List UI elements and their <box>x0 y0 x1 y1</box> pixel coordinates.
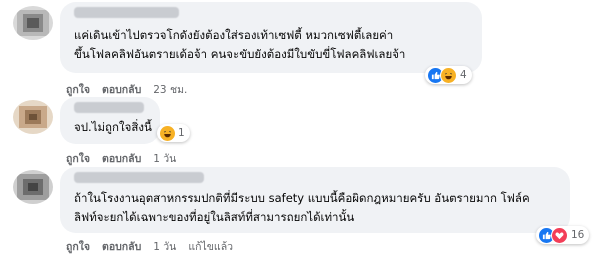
love-icon <box>551 226 568 244</box>
like-link[interactable]: ถูกใจ <box>66 238 90 255</box>
reply-link[interactable]: ตอบกลับ <box>102 238 141 255</box>
comment-line: จป.ไม่ถูกใจสิ่งนี้ <box>74 120 152 134</box>
comment-time[interactable]: 23 ชม. <box>153 81 187 98</box>
comment-text: แค่เดินเข้าไปตรวจโกดังยังต้องใส่รองเท้าเ… <box>74 26 472 64</box>
comment-line: ขึ้นโฟลคลิฟอันตรายเด้อจ้า คนจะขับยังต้อง… <box>74 47 406 61</box>
comment-line: แค่เดินเข้าไปตรวจโกดังยังต้องใส่รองเท้าเ… <box>74 28 394 42</box>
reply-link[interactable]: ตอบกลับ <box>102 150 141 167</box>
avatar[interactable] <box>13 6 53 40</box>
comment-text: ถ้าในโรงงานอุตสาหกรรมปกติที่มีระบบ safet… <box>74 189 560 227</box>
reaction-count: 1 <box>178 127 185 139</box>
comment-line: ลิฟท์จะยกได้เฉพาะของที่อยู่ในลิสท์ที่สาม… <box>74 210 355 224</box>
author-name[interactable] <box>74 102 144 113</box>
comment-bubble: แค่เดินเข้าไปตรวจโกดังยังต้องใส่รองเท้าเ… <box>60 2 482 73</box>
comment-actions: ถูกใจ ตอบกลับ 1 วัน <box>66 150 176 167</box>
reaction-summary[interactable]: 16 <box>536 226 590 244</box>
comment-actions: ถูกใจ ตอบกลับ 1 วัน แก้ไขแล้ว <box>66 238 233 255</box>
reaction-count: 4 <box>460 69 467 81</box>
reaction-summary[interactable]: 4 <box>425 66 472 84</box>
comment-time[interactable]: 1 วัน <box>153 150 176 167</box>
edited-label[interactable]: แก้ไขแล้ว <box>188 238 233 255</box>
avatar[interactable] <box>13 100 53 134</box>
comment-line: ถ้าในโรงงานอุตสาหกรรมปกติที่มีระบบ safet… <box>74 191 530 205</box>
author-name[interactable] <box>74 172 204 183</box>
haha-icon <box>440 66 457 84</box>
comment-actions: ถูกใจ ตอบกลับ 23 ชม. <box>66 81 187 98</box>
comment-bubble: ถ้าในโรงงานอุตสาหกรรมปกติที่มีระบบ safet… <box>60 167 570 233</box>
comment-time[interactable]: 1 วัน <box>153 238 176 255</box>
like-link[interactable]: ถูกใจ <box>66 150 90 167</box>
comment-text: จป.ไม่ถูกใจสิ่งนี้ <box>74 118 152 137</box>
like-link[interactable]: ถูกใจ <box>66 81 90 98</box>
reaction-count: 16 <box>571 229 585 241</box>
haha-icon <box>160 125 175 141</box>
comment-bubble: จป.ไม่ถูกใจสิ่งนี้ <box>60 97 160 144</box>
author-name[interactable] <box>74 7 179 18</box>
reply-link[interactable]: ตอบกลับ <box>102 81 141 98</box>
avatar[interactable] <box>13 170 53 204</box>
reaction-summary[interactable]: 1 <box>157 124 190 142</box>
